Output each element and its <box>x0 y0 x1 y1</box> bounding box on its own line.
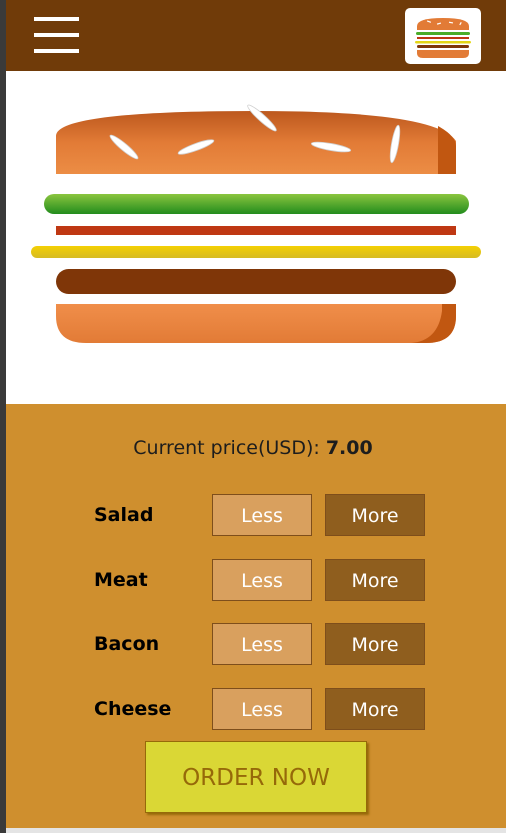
build-control-bacon: Bacon Less More <box>0 623 506 665</box>
more-button[interactable]: More <box>325 559 425 601</box>
burger-builder-page: Current price(USD): 7.00 Salad Less More… <box>0 0 506 833</box>
burger-illustration <box>31 104 481 343</box>
less-button[interactable]: Less <box>212 494 312 536</box>
cheese-layer <box>31 246 481 258</box>
hamburger-menu-icon[interactable] <box>34 17 79 53</box>
price-value: 7.00 <box>325 437 373 459</box>
less-button[interactable]: Less <box>212 559 312 601</box>
meat-layer <box>56 269 456 294</box>
bacon-layer <box>56 226 456 235</box>
window-left-edge <box>0 0 6 833</box>
control-label: Cheese <box>94 698 172 720</box>
less-button[interactable]: Less <box>212 623 312 665</box>
control-label: Salad <box>94 504 154 526</box>
burger-preview <box>6 71 506 404</box>
build-control-cheese: Cheese Less More <box>0 688 506 730</box>
control-label: Bacon <box>94 633 160 655</box>
bottom-divider <box>6 828 506 833</box>
bread-top <box>56 104 456 174</box>
more-button[interactable]: More <box>325 688 425 730</box>
less-button[interactable]: Less <box>212 688 312 730</box>
more-button[interactable]: More <box>325 623 425 665</box>
more-button[interactable]: More <box>325 494 425 536</box>
build-control-salad: Salad Less More <box>0 494 506 536</box>
current-price: Current price(USD): 7.00 <box>0 437 506 459</box>
burger-logo-icon[interactable] <box>405 8 481 64</box>
control-label: Meat <box>94 569 148 591</box>
order-now-button[interactable]: ORDER NOW <box>145 741 367 813</box>
price-label: Current price(USD): <box>133 437 320 459</box>
salad-layer <box>44 194 469 214</box>
burger-logo-svg <box>415 18 471 58</box>
build-control-meat: Meat Less More <box>0 559 506 601</box>
bread-bottom <box>56 304 456 343</box>
toolbar <box>0 0 506 71</box>
